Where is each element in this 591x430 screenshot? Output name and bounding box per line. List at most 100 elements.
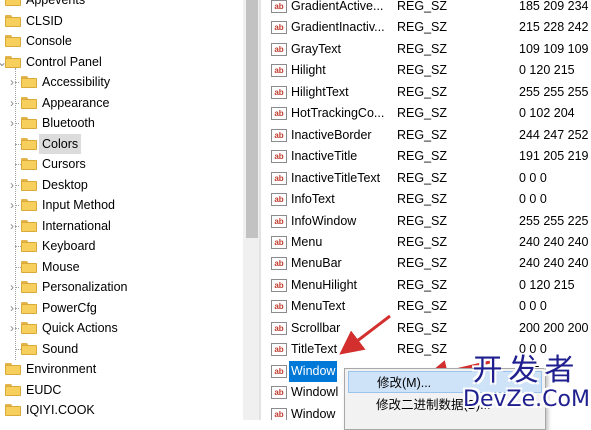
string-value-icon: ab <box>271 171 287 185</box>
chevron-right-icon[interactable]: › <box>6 72 18 92</box>
tree-item-label: Console <box>26 34 72 48</box>
value-data: 215 228 242 <box>519 20 589 35</box>
value-type: REG_SZ <box>397 63 448 78</box>
value-type: REG_SZ <box>397 106 448 121</box>
chevron-right-icon[interactable]: › <box>6 216 18 236</box>
chevron-right-icon[interactable]: › <box>6 93 18 113</box>
chevron-right-icon[interactable]: › <box>6 277 18 297</box>
tree-item-label: Keyboard <box>42 239 96 253</box>
folder-icon <box>21 178 37 191</box>
value-name: InfoWindow <box>291 213 357 228</box>
value-row[interactable]: ab Hilight REG_SZ 0 120 215 <box>261 60 591 81</box>
value-name: Window <box>289 360 338 382</box>
tree-scrollbar[interactable] <box>243 0 261 420</box>
value-data: 191 205 219 <box>519 149 589 164</box>
watermark-logo: 开发者 DevZe.CoM <box>462 354 591 420</box>
value-data: 240 240 240 <box>519 234 589 249</box>
watermark-line1: 开发者 <box>472 353 581 388</box>
value-row[interactable]: ab MenuHilight REG_SZ 0 120 215 <box>261 275 591 296</box>
folder-icon <box>21 342 37 355</box>
string-value-icon: ab <box>271 107 287 121</box>
tree-item-label: Appevents <box>26 0 86 7</box>
folder-icon <box>21 301 37 314</box>
value-type: REG_SZ <box>397 192 448 207</box>
string-value-icon: ab <box>271 321 287 335</box>
value-row[interactable]: ab HotTrackingCo... REG_SZ 0 102 204 <box>261 103 591 124</box>
string-value-icon: ab <box>271 364 287 378</box>
value-row[interactable]: ab Menu REG_SZ 240 240 240 <box>261 232 591 253</box>
chevron-right-icon[interactable]: › <box>6 298 18 318</box>
value-type: REG_SZ <box>397 20 448 35</box>
value-row[interactable]: ab InactiveTitleText REG_SZ 0 0 0 <box>261 168 591 189</box>
folder-icon <box>21 199 37 211</box>
value-name: TitleText <box>291 342 338 357</box>
value-name: MenuText <box>291 299 346 314</box>
value-row[interactable]: ab InfoWindow REG_SZ 255 255 225 <box>261 211 591 232</box>
value-name: GrayText <box>291 41 342 56</box>
value-name: HilightText <box>291 84 349 99</box>
folder-icon <box>5 0 21 6</box>
value-type: REG_SZ <box>397 342 448 357</box>
value-name: InactiveTitleText <box>291 170 381 185</box>
value-type: REG_SZ <box>397 41 448 56</box>
value-row[interactable]: ab GradientInactiv... REG_SZ 215 228 242 <box>261 17 591 38</box>
value-data: 185 209 234 <box>519 0 589 13</box>
string-value-icon: ab <box>271 214 287 228</box>
chevron-right-icon[interactable]: › <box>6 318 18 338</box>
string-value-icon: ab <box>271 300 287 314</box>
registry-key-tree[interactable]: Appevents CLSID Console ⌄ Control Panel › Acce… <box>0 0 243 420</box>
value-type: REG_SZ <box>397 170 448 185</box>
value-type: REG_SZ <box>397 127 448 142</box>
value-name: Scrollbar <box>291 320 341 335</box>
folder-icon <box>21 219 37 232</box>
value-row[interactable]: ab MenuBar REG_SZ 240 240 240 <box>261 253 591 274</box>
value-data: 109 109 109 <box>519 41 589 56</box>
value-row[interactable]: ab InactiveBorder REG_SZ 244 247 252 <box>261 125 591 146</box>
value-type: REG_SZ <box>397 256 448 271</box>
string-value-icon: ab <box>271 64 287 78</box>
tree-item-label: Control Panel <box>26 54 102 69</box>
chevron-right-icon[interactable]: › <box>6 113 18 133</box>
tree-scrollbar-thumb[interactable] <box>246 0 258 238</box>
value-name: GradientInactiv... <box>291 20 385 35</box>
value-row[interactable]: ab Scrollbar REG_SZ 200 200 200 <box>261 318 591 339</box>
value-data: 255 255 255 <box>519 84 589 99</box>
value-row[interactable]: ab MenuText REG_SZ 0 0 0 <box>261 296 591 317</box>
string-value-icon: ab <box>271 0 287 13</box>
string-value-icon: ab <box>271 42 287 56</box>
value-row[interactable]: ab InactiveTitle REG_SZ 191 205 219 <box>261 146 591 167</box>
value-type: REG_SZ <box>397 320 448 335</box>
value-row[interactable]: ab HilightText REG_SZ 255 255 255 <box>261 82 591 103</box>
value-row[interactable]: ab InfoText REG_SZ 0 0 0 <box>261 189 591 210</box>
folder-icon <box>21 240 37 252</box>
chevron-right-icon[interactable]: › <box>6 195 18 215</box>
tree-item-label: Cursors <box>42 157 86 171</box>
value-name: GradientActive... <box>291 0 384 13</box>
value-row[interactable]: ab GrayText REG_SZ 109 109 109 <box>261 39 591 60</box>
value-name: InactiveTitle <box>291 149 358 164</box>
folder-icon <box>21 158 37 170</box>
value-name: InactiveBorder <box>291 127 372 142</box>
value-data: 0 120 215 <box>519 277 575 292</box>
tree-item-label: Sound <box>42 341 79 356</box>
value-type: REG_SZ <box>397 213 448 228</box>
string-value-icon: ab <box>271 128 287 142</box>
tree-item-label: IQIYI.COOK <box>26 403 95 417</box>
tree-item-label: Environment <box>26 362 97 376</box>
tree-item-label: EUDC <box>26 382 62 397</box>
folder-icon <box>5 383 21 396</box>
folder-icon <box>21 96 37 109</box>
tree-item-label: Colors <box>39 133 82 154</box>
folder-icon <box>5 35 21 47</box>
value-type: REG_SZ <box>397 299 448 314</box>
value-data: 240 240 240 <box>519 256 589 271</box>
folder-icon <box>5 363 21 375</box>
tree-item-label: Quick Actions <box>42 321 118 335</box>
string-value-icon: ab <box>271 386 287 400</box>
chevron-right-icon[interactable]: › <box>6 175 18 195</box>
tree-item-label: Desktop <box>42 177 88 192</box>
string-value-icon: ab <box>271 235 287 249</box>
value-row[interactable]: ab GradientActive... REG_SZ 185 209 234 <box>261 0 591 17</box>
folder-icon <box>21 117 37 129</box>
value-data: 0 120 215 <box>519 63 575 78</box>
